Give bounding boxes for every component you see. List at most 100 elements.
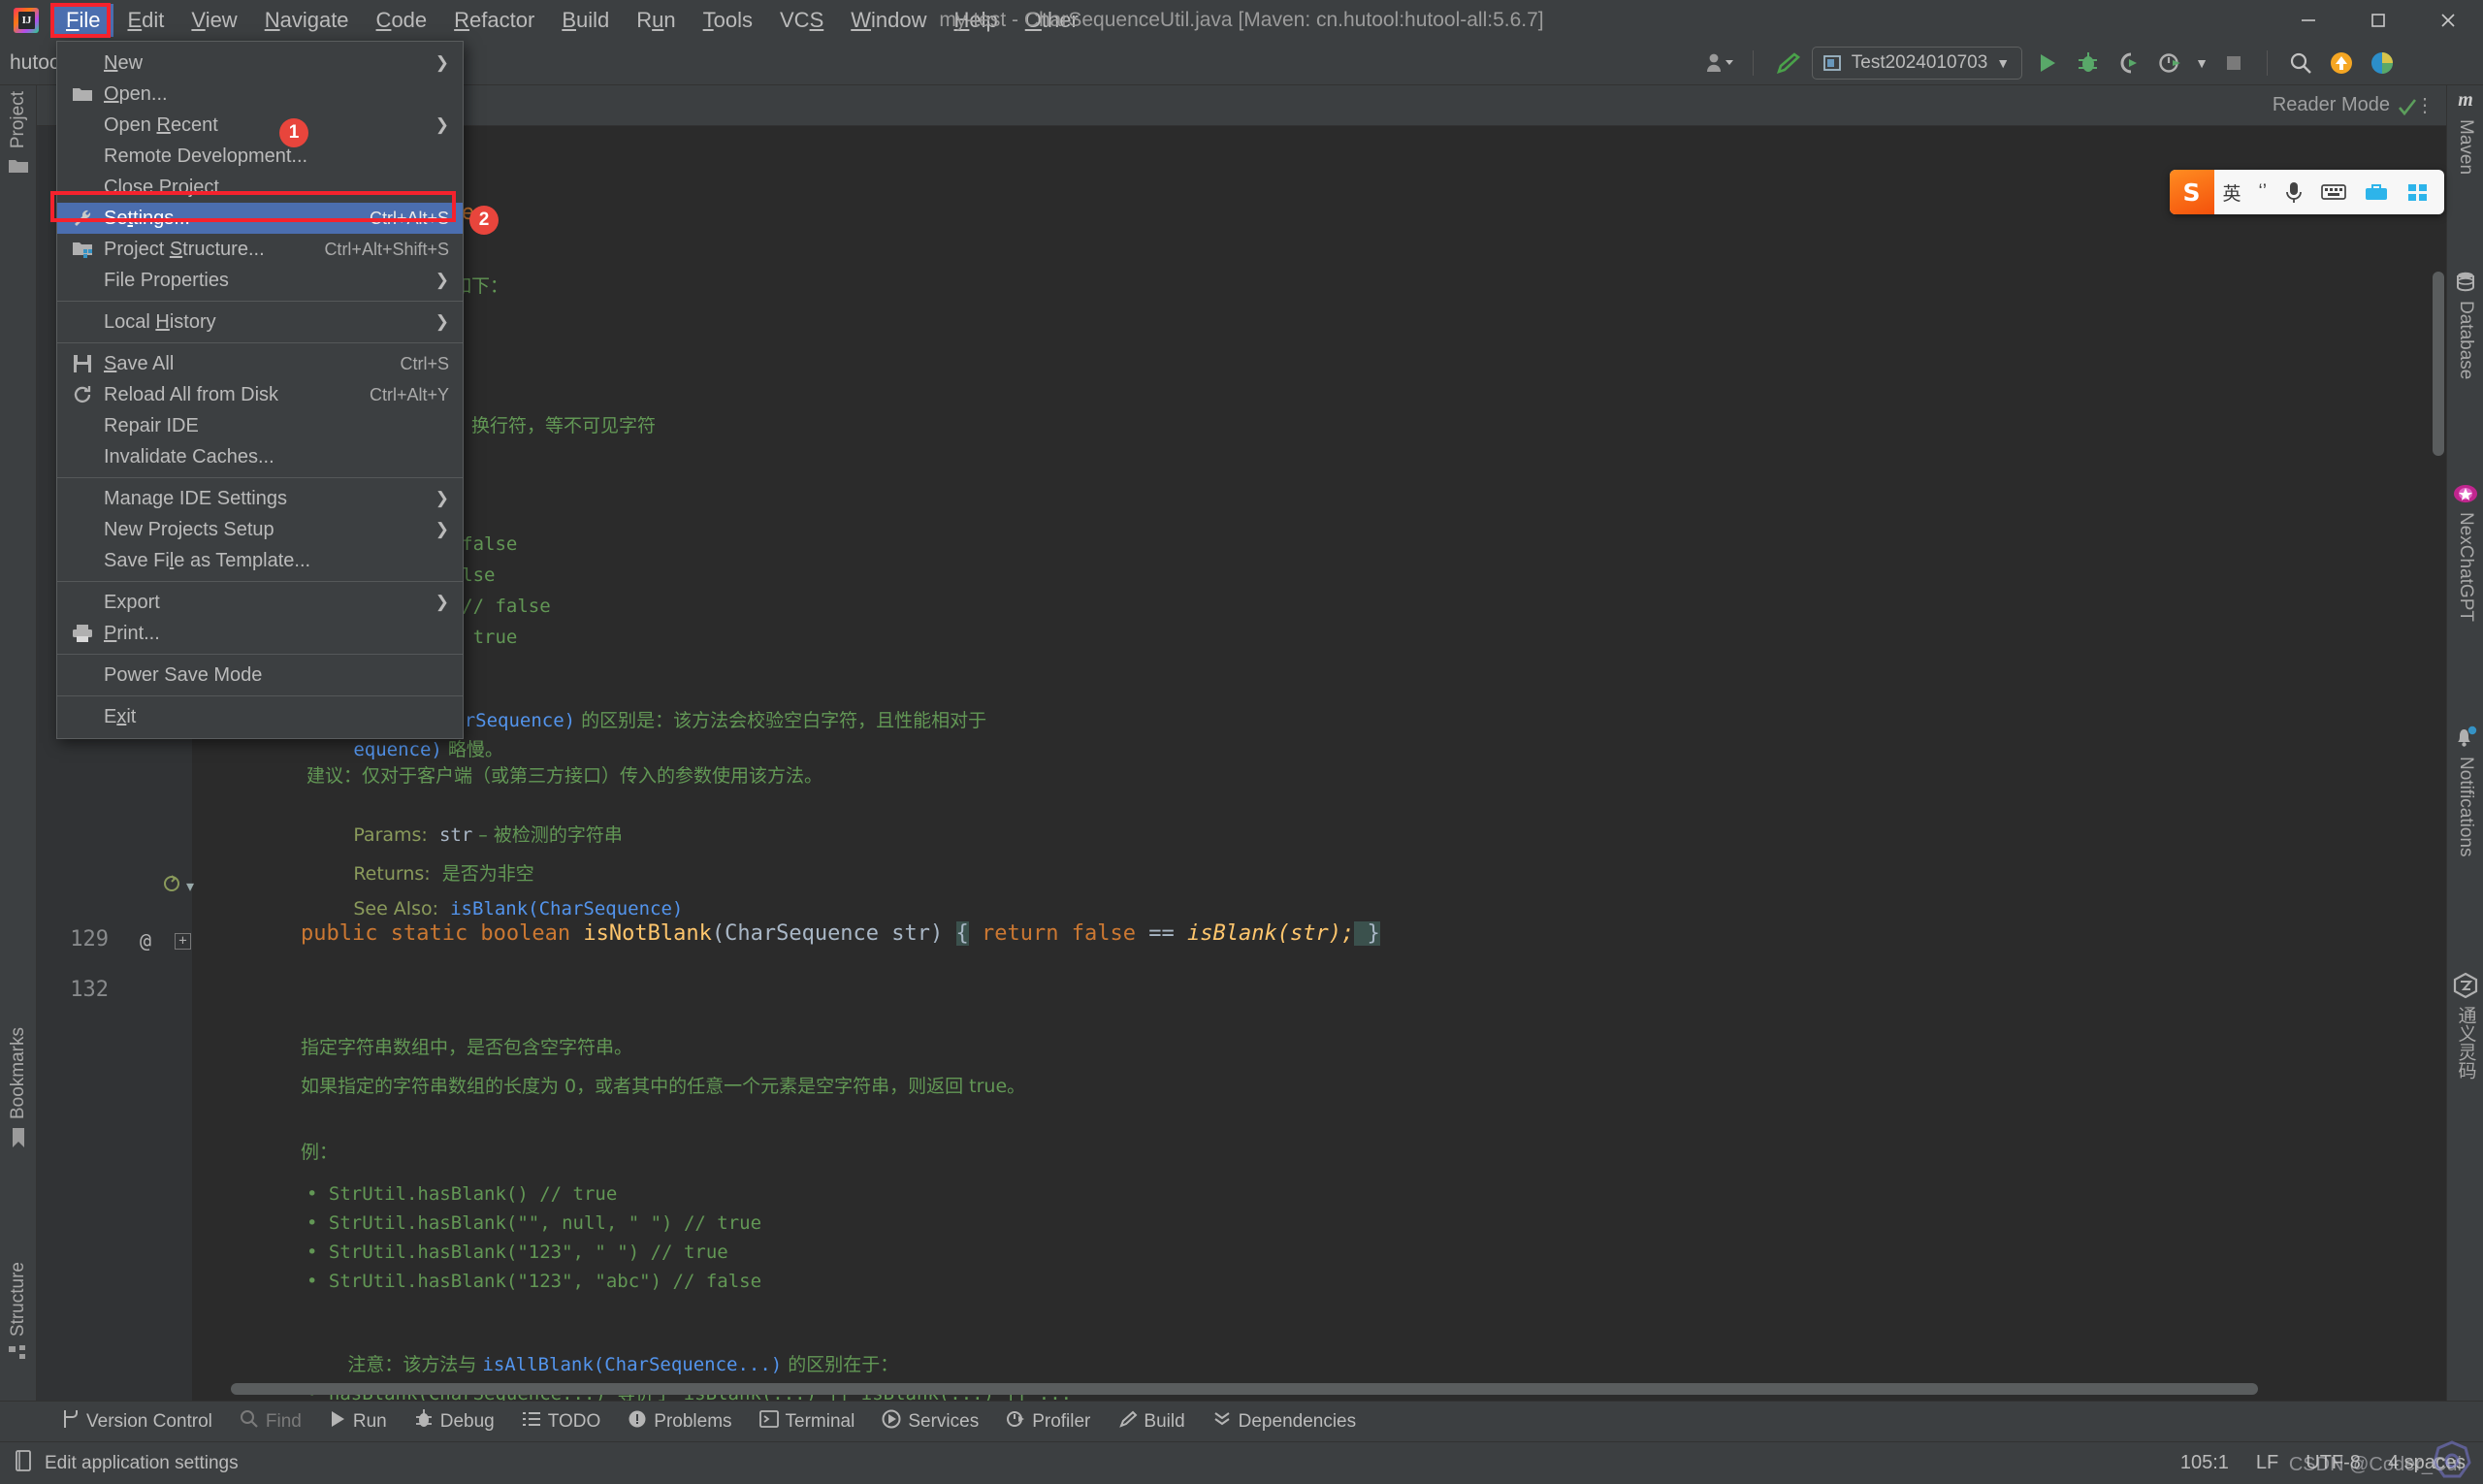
editor-horizontal-scrollbar[interactable]: [192, 1383, 2431, 1397]
stop-button[interactable]: [2218, 48, 2249, 79]
menu-file[interactable]: File: [52, 4, 114, 37]
menu-item-open-recent[interactable]: Open Recent ❯: [57, 110, 463, 141]
maximize-button[interactable]: [2343, 0, 2413, 41]
bottom-tab-label: Services: [908, 1410, 980, 1432]
build-hammer-icon[interactable]: [1771, 48, 1802, 79]
run-configuration-selector[interactable]: Test2024010703 ▼: [1811, 47, 2023, 80]
menu-help[interactable]: Help: [941, 4, 1012, 37]
scrollbar-thumb[interactable]: [2433, 272, 2444, 456]
reader-mode-label[interactable]: Reader Mode: [2273, 94, 2390, 116]
editor-options-icon[interactable]: ⋮: [2415, 93, 2435, 117]
bottom-tab-dependencies[interactable]: Dependencies: [1201, 1406, 1368, 1437]
sidebar-item-nexchatgpt[interactable]: NexChatGPT: [2447, 483, 2483, 622]
annotation-marker-icon[interactable]: @: [140, 929, 151, 952]
menu-item-file-properties[interactable]: File Properties ❯: [57, 265, 463, 296]
toolbox-icon[interactable]: [2355, 170, 2398, 214]
profiler-button[interactable]: [2154, 48, 2185, 79]
menu-refactor[interactable]: Refactor: [440, 4, 548, 37]
menu-item-repair-ide[interactable]: Repair IDE: [57, 410, 463, 441]
menu-tools[interactable]: Tools: [690, 4, 766, 37]
menu-edit[interactable]: Edit: [113, 4, 177, 37]
sidebar-item-database[interactable]: Database: [2447, 270, 2483, 379]
mic-icon[interactable]: [2275, 170, 2312, 214]
bottom-tab-terminal[interactable]: Terminal: [748, 1406, 867, 1437]
update-project-icon[interactable]: [2326, 48, 2357, 79]
menu-navigate[interactable]: Navigate: [251, 4, 363, 37]
menu-view[interactable]: View: [177, 4, 250, 37]
menu-item-open[interactable]: Open...: [57, 79, 463, 110]
editor-vertical-scrollbar[interactable]: [2431, 126, 2446, 1377]
menu-item-power-save-mode[interactable]: Power Save Mode: [57, 660, 463, 691]
bottom-tab-build[interactable]: Build: [1106, 1406, 1196, 1437]
menu-item-project-structure[interactable]: Project Structure... Ctrl+Alt+Shift+S: [57, 234, 463, 265]
caret-position[interactable]: 105:1: [2180, 1452, 2229, 1474]
user-account-icon[interactable]: [1704, 48, 1735, 79]
debug-button[interactable]: [2073, 48, 2104, 79]
menu-item-settings[interactable]: Settings... Ctrl+Alt+S: [57, 203, 463, 234]
menu-item-invalidate-caches[interactable]: Invalidate Caches...: [57, 441, 463, 472]
status-bar: Edit application settings 105:1 LF UTF-8…: [0, 1441, 2483, 1484]
sidebar-item-structure[interactable]: Structure: [0, 1262, 37, 1362]
run-button[interactable]: [2032, 48, 2063, 79]
sidebar-item-label: Bookmarks: [8, 1026, 28, 1119]
search-everywhere-icon[interactable]: [2285, 48, 2316, 79]
ime-language-toggle[interactable]: 英: [2214, 170, 2250, 214]
sidebar-item-label: Project: [8, 91, 28, 149]
menu-item-save-all[interactable]: Save All Ctrl+S: [57, 348, 463, 379]
close-button[interactable]: [2413, 0, 2483, 41]
apps-icon[interactable]: [2398, 170, 2438, 214]
bottom-tab-version-control[interactable]: Version Control: [48, 1405, 224, 1438]
ime-punctuation-toggle[interactable]: ‘’: [2250, 170, 2275, 214]
menu-item-reload-all-from-disk[interactable]: Reload All from Disk Ctrl+Alt+Y: [57, 379, 463, 410]
menu-run[interactable]: Run: [623, 4, 689, 37]
menu-item-new-projects-setup[interactable]: New Projects Setup ❯: [57, 514, 463, 545]
menu-item-manage-ide-settings[interactable]: Manage IDE Settings ❯: [57, 483, 463, 514]
sidebar-item-maven[interactable]: m Maven: [2447, 89, 2483, 175]
keyboard-icon[interactable]: [2312, 170, 2355, 214]
file-encoding[interactable]: UTF-8: [2306, 1452, 2361, 1474]
problems-icon: [628, 1409, 647, 1435]
sidebar-item-label: Structure: [8, 1261, 28, 1337]
run-with-coverage-button[interactable]: [2113, 48, 2144, 79]
menu-vcs[interactable]: VCS: [766, 4, 837, 37]
ime-logo-icon[interactable]: S: [2169, 170, 2214, 214]
menu-build[interactable]: Build: [548, 4, 623, 37]
menu-item-new[interactable]: New ❯: [57, 48, 463, 79]
bottom-tab-find[interactable]: Find: [228, 1406, 313, 1437]
sidebar-item-project[interactable]: Project: [0, 91, 37, 176]
javadoc-advice: 建议：仅对于客户端（或第三方接口）传入的参数使用该方法。: [306, 765, 823, 787]
plugin-icon[interactable]: [2367, 48, 2398, 79]
reload-icon: [71, 383, 94, 406]
bottom-tab-debug[interactable]: Debug: [403, 1405, 506, 1438]
chevron-right-icon: ❯: [435, 520, 449, 538]
menu-code[interactable]: Code: [363, 4, 441, 37]
menu-window[interactable]: Window: [837, 4, 940, 37]
menu-item-export[interactable]: Export ❯: [57, 587, 463, 618]
bottom-tab-run[interactable]: Run: [317, 1406, 399, 1437]
project-folder-icon: [9, 160, 28, 174]
scrollbar-thumb[interactable]: [231, 1383, 2258, 1395]
menu-other[interactable]: Other: [1012, 4, 1092, 37]
bottom-tab-services[interactable]: Services: [870, 1406, 990, 1437]
bottom-tab-todo[interactable]: TODO: [510, 1407, 613, 1436]
profiler-chevron-icon[interactable]: ▼: [2195, 55, 2209, 71]
menu-item-label: Local History: [104, 310, 216, 333]
gutter-regenerate-icon[interactable]: [161, 873, 180, 892]
minimize-button[interactable]: [2273, 0, 2343, 41]
sidebar-item-bookmarks[interactable]: Bookmarks: [0, 1027, 37, 1148]
sidebar-item-tongyi[interactable]: 通义灵码: [2447, 972, 2483, 1080]
menu-item-local-history[interactable]: Local History ❯: [57, 306, 463, 338]
code-content[interactable]: true; 非空白的定义如下： "" 空格、制表符、换行符，等不可见字符 lan…: [192, 126, 2446, 1401]
bottom-tab-problems[interactable]: Problems: [616, 1406, 743, 1437]
menu-item-remote-development[interactable]: Remote Development...: [57, 141, 463, 172]
menu-item-close-project[interactable]: Close Project: [57, 172, 463, 203]
menu-item-print[interactable]: Print...: [57, 618, 463, 649]
file-menu-dropdown[interactable]: New ❯ Open... Open Recent ❯ Remote Developmen…: [56, 41, 464, 739]
menu-item-save-file-as-template[interactable]: Save File as Template...: [57, 545, 463, 576]
bottom-tab-profiler[interactable]: Profiler: [994, 1406, 1102, 1437]
ime-floating-toolbar[interactable]: S 英 ‘’: [2169, 170, 2444, 214]
menu-item-exit[interactable]: Exit: [57, 701, 463, 732]
fold-toggle-icon[interactable]: +: [175, 933, 191, 950]
line-separator[interactable]: LF: [2256, 1452, 2278, 1474]
sidebar-item-notifications[interactable]: Notifications: [2447, 726, 2483, 857]
